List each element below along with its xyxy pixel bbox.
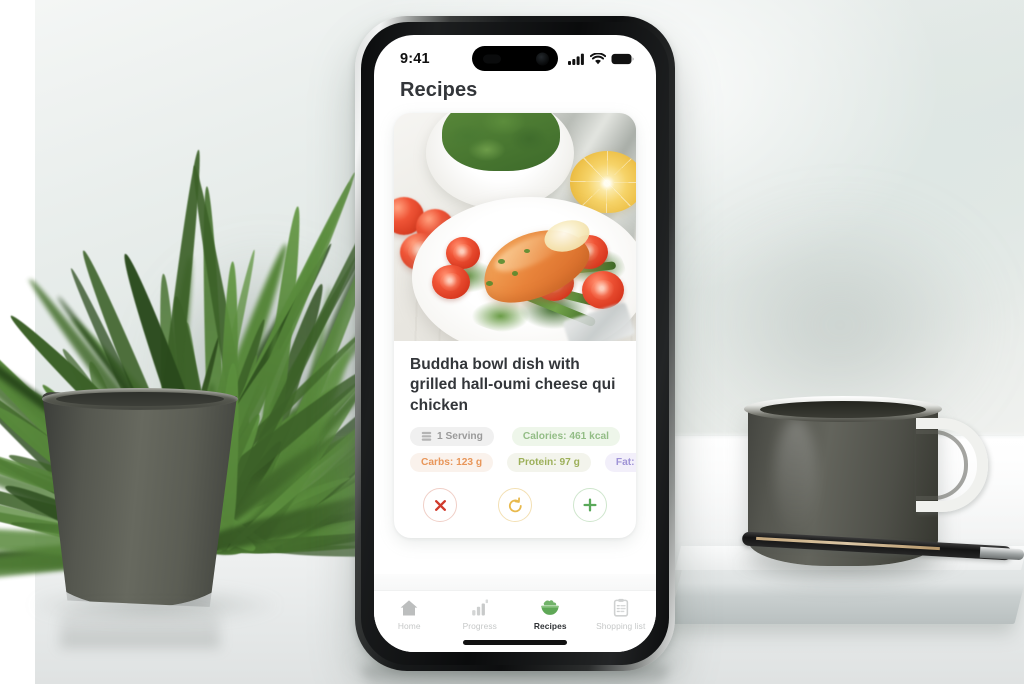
salad-bowl-icon <box>541 600 560 615</box>
clipboard-list-icon <box>613 598 628 617</box>
tabbar-gap <box>374 574 656 590</box>
chip-serving-label: 1 Serving <box>437 431 483 443</box>
plate-tomato-5-flesh <box>591 280 615 300</box>
chip-carbs[interactable]: Carbs: 123 g <box>410 453 494 473</box>
front-camera-icon <box>536 52 549 65</box>
bar-chart-icon <box>471 599 488 616</box>
page-title: Recipes <box>400 79 478 101</box>
chips-row-primary: 1 Serving Calories: 461 kcal <box>410 427 620 447</box>
mug-interior <box>760 401 926 418</box>
scene-background: 9:41 Recipes Buddha bowl dish with grill… <box>0 0 1024 684</box>
close-x-icon <box>434 499 446 511</box>
chip-calories[interactable]: Calories: 461 kcal <box>511 427 620 447</box>
battery-full-icon <box>611 53 634 65</box>
servings-stack-icon <box>421 432 432 442</box>
chips-row-macros: Carbs: 123 g Protein: 97 g Fat: 28 g <box>410 453 636 473</box>
earpiece-speaker-icon <box>483 54 501 63</box>
chip-serving[interactable]: 1 Serving <box>410 427 494 447</box>
plate-tomato-1-flesh <box>453 244 473 262</box>
plus-icon <box>583 498 597 512</box>
mug-highlight <box>775 418 817 538</box>
herb-2 <box>512 271 518 276</box>
chip-fat[interactable]: Fat: 28 g <box>604 453 636 473</box>
chip-fat-label: Fat: 28 g <box>615 457 636 469</box>
phone-screen: 9:41 Recipes Buddha bowl dish with grill… <box>374 35 656 652</box>
recipe-actions <box>410 488 620 523</box>
recipe-photo[interactable] <box>394 113 636 341</box>
herb-4 <box>524 249 530 253</box>
plant-pot <box>42 392 237 607</box>
status-time: 9:41 <box>400 51 430 67</box>
herb-3 <box>486 281 493 286</box>
herb-1 <box>498 259 505 264</box>
phone-device: 9:41 Recipes Buddha bowl dish with grill… <box>355 16 675 671</box>
wifi-icon <box>590 53 606 65</box>
plant-pot-soil <box>56 392 224 406</box>
tab-shopping-list[interactable]: Shopping list <box>586 598 657 631</box>
home-icon <box>400 600 418 616</box>
salad-greens <box>442 113 560 171</box>
pot-reflection <box>60 600 220 648</box>
tab-progress-label: Progress <box>462 621 497 631</box>
undo-rotate-icon <box>508 497 522 513</box>
tab-shopping-list-label: Shopping list <box>596 621 646 631</box>
recipe-card-body: Buddha bowl dish with grilled hall-oumi … <box>394 341 636 538</box>
tab-recipes-label: Recipes <box>533 621 567 631</box>
chip-calories-label: Calories: 461 kcal <box>522 431 609 443</box>
undo-button[interactable] <box>498 488 532 523</box>
cellular-bars-icon <box>568 53 584 65</box>
tab-home-label: Home <box>397 621 421 631</box>
chip-protein-label: Protein: 97 g <box>518 457 580 469</box>
dynamic-island <box>472 46 558 71</box>
recipe-card[interactable]: Buddha bowl dish with grilled hall-oumi … <box>394 113 636 539</box>
home-indicator[interactable] <box>463 640 567 645</box>
tab-home[interactable]: Home <box>374 598 445 631</box>
chip-protein[interactable]: Protein: 97 g <box>507 453 591 473</box>
recipe-title: Buddha bowl dish with grilled hall-oumi … <box>410 356 616 414</box>
phone-bezel: 9:41 Recipes Buddha bowl dish with grill… <box>361 22 669 665</box>
tab-recipes[interactable]: Recipes <box>515 598 586 631</box>
add-recipe-button[interactable] <box>573 488 607 523</box>
status-icons <box>568 53 634 65</box>
chip-carbs-label: Carbs: 123 g <box>421 457 483 469</box>
plate-tomato-2-flesh <box>440 273 462 291</box>
reject-recipe-button[interactable] <box>423 488 457 523</box>
tab-progress[interactable]: Progress <box>445 598 516 631</box>
